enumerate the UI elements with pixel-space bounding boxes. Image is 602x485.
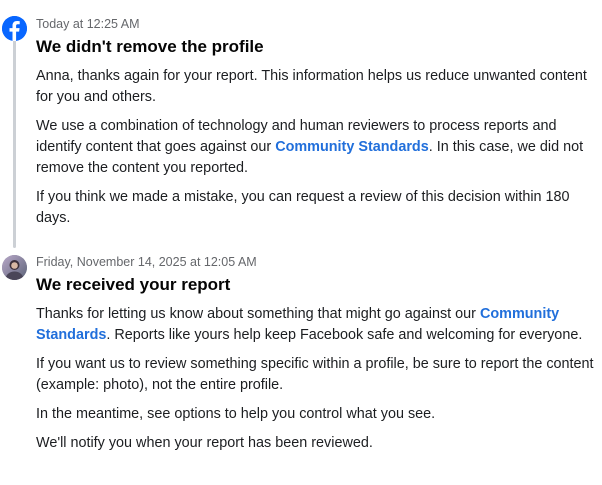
message-paragraph: If you want us to review something speci… <box>36 356 594 393</box>
notification-entry-received: Friday, November 14, 2025 at 12:05 AM We… <box>36 254 594 462</box>
message-text: . Reports like yours help keep Facebook … <box>106 327 583 343</box>
entry-title: We didn't remove the profile <box>36 37 264 56</box>
message-paragraph: We'll notify you when your report has be… <box>36 435 373 451</box>
facebook-logo-icon <box>2 16 27 41</box>
notification-entry-decision: Today at 12:25 AM We didn't remove the p… <box>36 16 594 237</box>
timestamp: Friday, November 14, 2025 at 12:05 AM <box>36 255 257 269</box>
message-paragraph: We use a combination of technology and h… <box>36 116 594 179</box>
community-standards-link[interactable]: Community Standards <box>275 139 429 155</box>
user-avatar <box>2 255 27 280</box>
message-paragraph: In the meantime, see options to help you… <box>36 406 436 422</box>
message-paragraph: Thanks for letting us know about somethi… <box>36 304 594 346</box>
entry-title: We received your report <box>36 275 231 294</box>
message-paragraph: Anna, thanks again for your report. This… <box>36 68 587 105</box>
message-text: Thanks for letting us know about somethi… <box>36 306 480 322</box>
timestamp: Today at 12:25 AM <box>36 17 140 31</box>
message-paragraph: If you think we made a mistake, you can … <box>36 189 570 226</box>
timeline-connector <box>13 40 16 248</box>
